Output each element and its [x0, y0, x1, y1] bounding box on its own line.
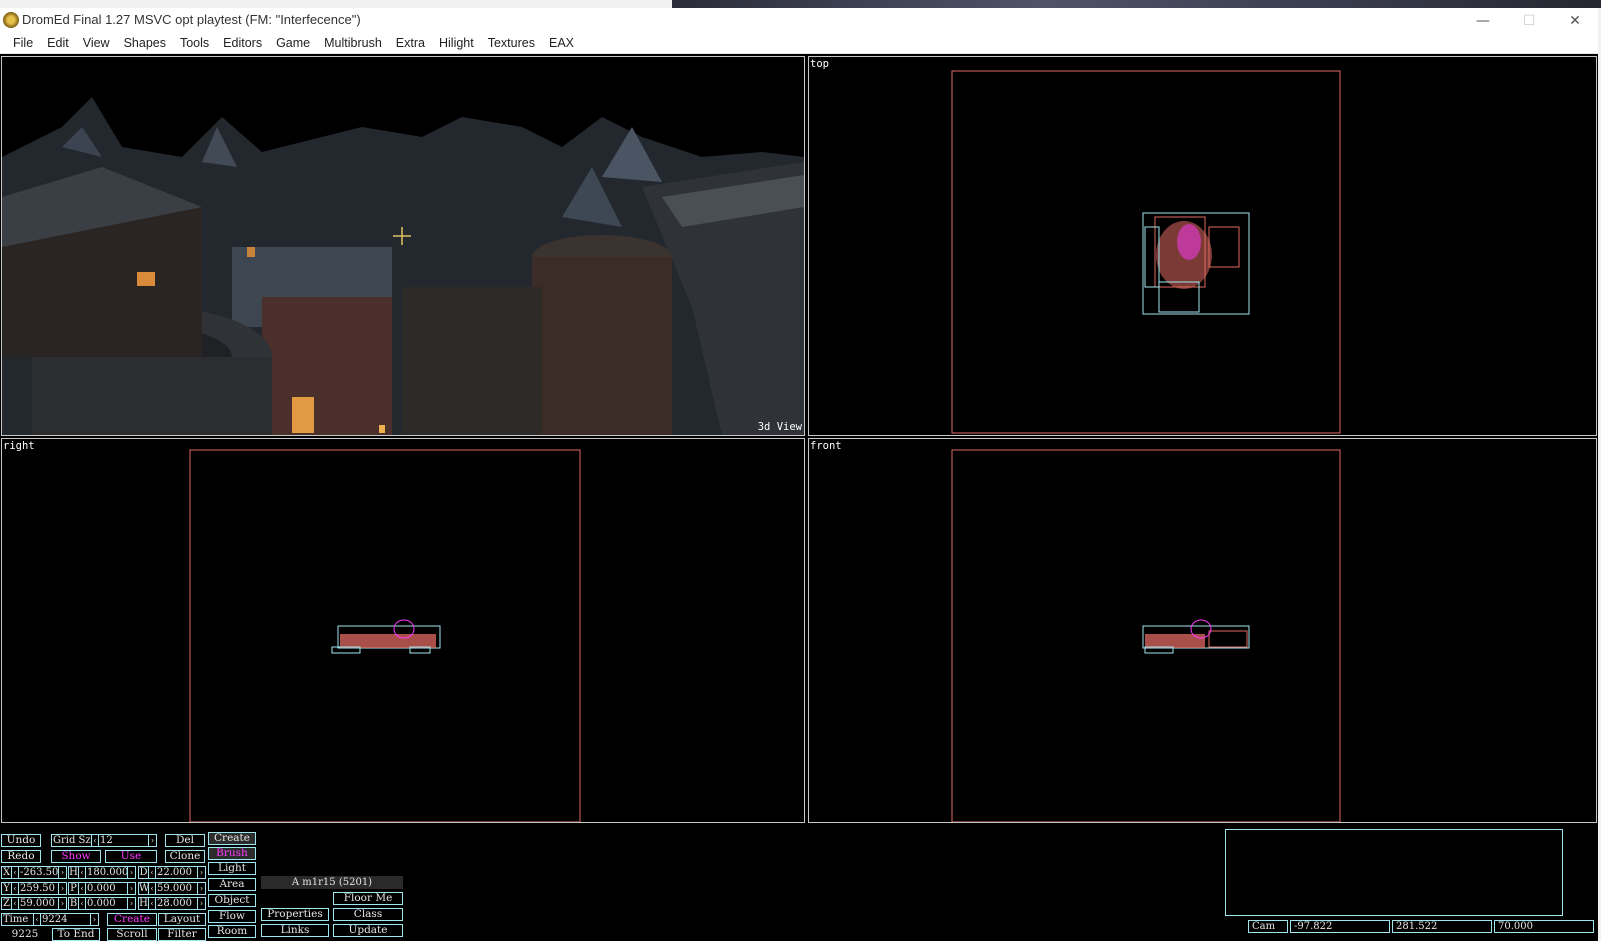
dromed-app-icon [3, 12, 19, 28]
menu-file[interactable]: File [6, 34, 40, 53]
status-box [1225, 829, 1563, 916]
maximize-button[interactable]: ☐ [1506, 8, 1552, 36]
z-coord-field[interactable]: Z ‹ 59.000 › [1, 897, 67, 910]
viewport-right[interactable]: right [1, 438, 805, 823]
bank-decrease-icon[interactable]: ‹ [79, 898, 86, 909]
time-count: 9225 [1, 928, 49, 941]
pitch-field[interactable]: P ‹ 0.000 › [68, 882, 136, 895]
filter-button[interactable]: Filter [158, 928, 206, 941]
cam-z: 70.000 [1494, 920, 1594, 933]
light-tab[interactable]: Light [208, 862, 256, 875]
depth-increase-icon[interactable]: › [197, 867, 205, 878]
height-decrease-icon[interactable]: ‹ [149, 898, 156, 909]
update-button[interactable]: Update [333, 924, 403, 937]
show-button[interactable]: Show [51, 850, 101, 863]
redo-button[interactable]: Redo [1, 850, 41, 863]
bank-increase-icon[interactable]: › [127, 898, 135, 909]
pitch-increase-icon[interactable]: › [127, 883, 135, 894]
area-tab[interactable]: Area [208, 878, 256, 891]
z-decrease-icon[interactable]: ‹ [12, 898, 19, 909]
viewport-3d[interactable]: 3d View [1, 56, 805, 436]
heading-decrease-icon[interactable]: ‹ [79, 867, 86, 878]
time-decrease-icon[interactable]: ‹ [34, 914, 41, 925]
brush-info: A m1r15 (5201) [261, 876, 403, 889]
clone-button[interactable]: Clone [165, 850, 205, 863]
time-value[interactable]: 9224 [41, 914, 67, 925]
y-increase-icon[interactable]: › [58, 883, 66, 894]
viewport-front[interactable]: front [808, 438, 1597, 823]
depth-decrease-icon[interactable]: ‹ [149, 867, 156, 878]
width-decrease-icon[interactable]: ‹ [149, 883, 156, 894]
layout-button[interactable]: Layout [158, 913, 206, 926]
y-decrease-icon[interactable]: ‹ [12, 883, 19, 894]
cam-y: 281.522 [1392, 920, 1492, 933]
depth-field[interactable]: D ‹ 22.000 › [138, 866, 206, 879]
time-increase-icon[interactable]: › [90, 914, 98, 925]
use-button[interactable]: Use [105, 850, 157, 863]
properties-button[interactable]: Properties [261, 908, 329, 921]
heading-field[interactable]: H ‹ 180.000 › [68, 866, 136, 879]
window-title: DromEd Final 1.27 MSVC opt playtest (FM:… [22, 12, 361, 27]
menu-textures[interactable]: Textures [481, 34, 542, 53]
width-increase-icon[interactable]: › [197, 883, 205, 894]
delete-button[interactable]: Del [165, 834, 205, 847]
menu-hilight[interactable]: Hilight [432, 34, 481, 53]
menu-eax[interactable]: EAX [542, 34, 581, 53]
time-label: Time [2, 914, 34, 925]
pitch-decrease-icon[interactable]: ‹ [79, 883, 86, 894]
create-mode-button[interactable]: Create [107, 913, 157, 926]
to-end-button[interactable]: To End [52, 928, 100, 941]
menu-view[interactable]: View [76, 34, 117, 53]
close-button[interactable]: ✕ [1552, 8, 1598, 36]
undo-button[interactable]: Undo [1, 834, 41, 847]
x-decrease-icon[interactable]: ‹ [12, 867, 19, 878]
rendered-city-scene [2, 57, 804, 435]
room-tab[interactable]: Room [208, 925, 256, 938]
menu-edit[interactable]: Edit [40, 34, 76, 53]
width-field[interactable]: W‹ 59.000 › [138, 882, 206, 895]
grid-size-label: Grid Sz [53, 835, 92, 846]
height-increase-icon[interactable]: › [197, 898, 205, 909]
links-button[interactable]: Links [261, 924, 329, 937]
menu-bar: File Edit View Shapes Tools Editors Game… [0, 34, 1598, 54]
class-button[interactable]: Class [333, 908, 403, 921]
menu-multibrush[interactable]: Multibrush [317, 34, 389, 53]
top-wireframe [951, 70, 1341, 434]
grid-increase-icon[interactable]: › [148, 835, 156, 846]
create-tab[interactable]: Create [208, 832, 256, 845]
x-increase-icon[interactable]: › [58, 867, 66, 878]
grid-decrease-icon[interactable]: ‹ [92, 835, 99, 846]
height-field[interactable]: H ‹ 28.000 › [138, 897, 206, 910]
grid-size-value[interactable]: 12 [99, 835, 113, 846]
flow-tab[interactable]: Flow [208, 910, 256, 923]
object-tab[interactable]: Object [208, 894, 256, 907]
cam-x: -97.822 [1290, 920, 1390, 933]
grid-size-field[interactable]: Grid Sz ‹ 12 › [51, 834, 157, 847]
floor-me-button[interactable]: Floor Me [333, 892, 403, 905]
menu-editors[interactable]: Editors [216, 34, 269, 53]
y-coord-field[interactable]: Y ‹ 259.50 › [1, 882, 67, 895]
heading-increase-icon[interactable]: › [127, 867, 135, 878]
menu-extra[interactable]: Extra [389, 34, 432, 53]
desktop-background [0, 0, 1601, 8]
brush-tab[interactable]: Brush [208, 847, 256, 860]
menu-tools[interactable]: Tools [173, 34, 216, 53]
right-wireframe [189, 449, 581, 822]
z-increase-icon[interactable]: › [58, 898, 66, 909]
viewport-top[interactable]: top [808, 56, 1597, 436]
time-field[interactable]: Time ‹ 9224 › [1, 913, 99, 926]
menu-game[interactable]: Game [269, 34, 317, 53]
scroll-button[interactable]: Scroll [107, 928, 157, 941]
bank-field[interactable]: B ‹ 0.000 › [68, 897, 136, 910]
minimize-button[interactable]: — [1460, 8, 1506, 36]
front-wireframe [951, 449, 1341, 822]
cam-label: Cam [1248, 920, 1288, 933]
menu-shapes[interactable]: Shapes [117, 34, 173, 53]
viewport-label-3d: 3d View [757, 421, 802, 433]
x-coord-field[interactable]: X ‹ -263.50 › [1, 866, 67, 879]
